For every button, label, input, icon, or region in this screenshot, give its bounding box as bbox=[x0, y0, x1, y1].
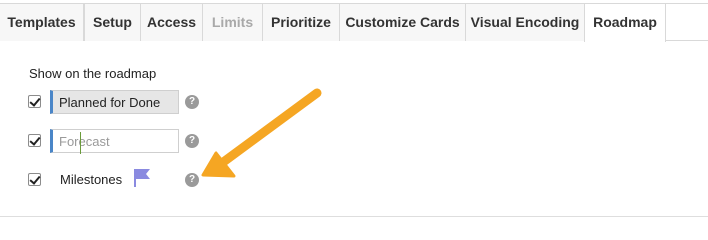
section-title: Show on the roadmap bbox=[29, 66, 157, 81]
tab-prioritize[interactable]: Prioritize bbox=[262, 3, 340, 41]
tab-limits[interactable]: Limits bbox=[202, 3, 263, 41]
panel-bottom-divider bbox=[0, 216, 708, 217]
tab-setup[interactable]: Setup bbox=[84, 3, 141, 41]
flag-icon bbox=[134, 169, 150, 187]
milestones-checkbox[interactable] bbox=[28, 173, 41, 186]
tab-customize-cards[interactable]: Customize Cards bbox=[339, 3, 466, 41]
tab-bar: Templates Setup Access Limits Prioritize… bbox=[0, 0, 708, 42]
milestones-label: Milestones bbox=[60, 172, 123, 187]
tab-visual-encoding[interactable]: Visual Encoding bbox=[465, 3, 585, 41]
text-cursor bbox=[80, 132, 81, 154]
planned-for-done-checkbox[interactable] bbox=[28, 95, 41, 108]
annotation-arrow-icon bbox=[201, 88, 322, 178]
tab-bar-top-divider bbox=[666, 3, 708, 4]
tab-roadmap[interactable]: Roadmap bbox=[584, 3, 666, 42]
tab-templates[interactable]: Templates bbox=[0, 3, 84, 41]
planned-for-done-label-field[interactable] bbox=[50, 90, 179, 114]
forecast-label-field[interactable] bbox=[50, 129, 179, 153]
forecast-checkbox[interactable] bbox=[28, 134, 41, 147]
tab-access[interactable]: Access bbox=[140, 3, 203, 41]
